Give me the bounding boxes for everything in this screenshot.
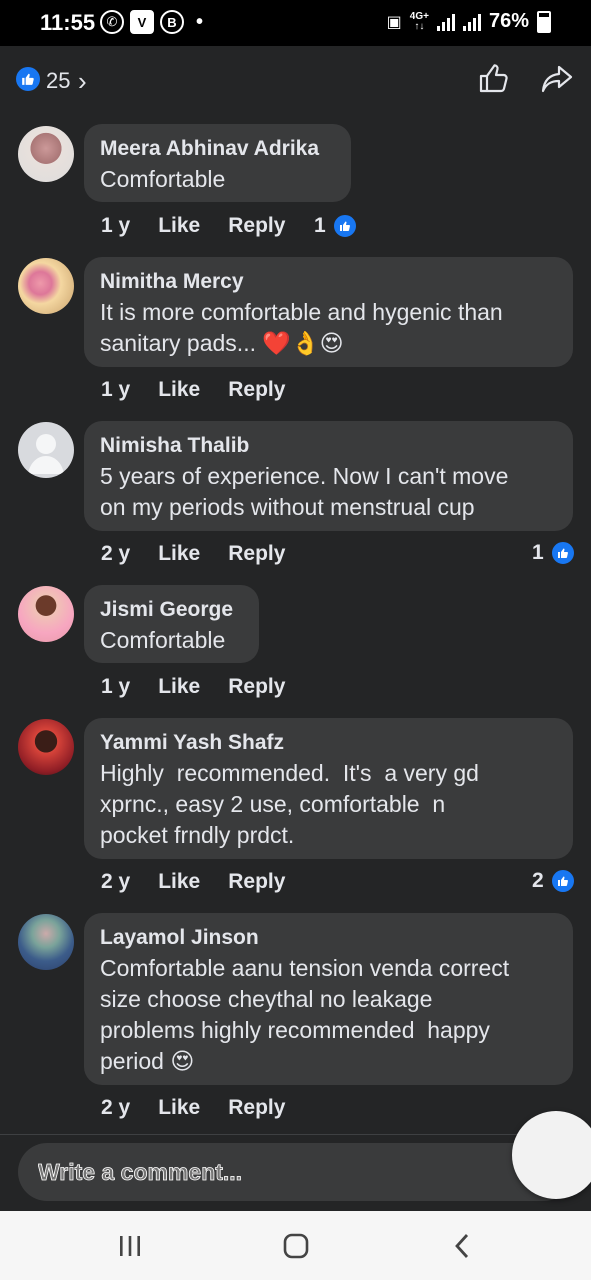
reply-button[interactable]: Reply <box>228 542 285 566</box>
comment-text: Highly recommended. It's a very gd xprnc… <box>100 760 479 848</box>
reaction-count: 1 <box>314 214 326 237</box>
comment-age: 2 y <box>101 542 131 565</box>
divider <box>0 1134 591 1135</box>
floating-action-button[interactable] <box>512 1111 591 1199</box>
battery-percent: 76% <box>488 10 529 32</box>
avatar[interactable] <box>18 422 74 478</box>
like-button[interactable]: Like <box>158 214 200 238</box>
whatsapp-icon: ✆ <box>100 10 124 34</box>
like-button[interactable]: Like <box>158 675 200 699</box>
comment-actions: 2 y Like Reply <box>101 1096 285 1120</box>
network-type: 4G+ ↑↓ <box>409 10 429 32</box>
signal-icon-2 <box>462 13 481 31</box>
comment-composer[interactable] <box>18 1143 573 1201</box>
status-time: 11:55 <box>40 10 96 35</box>
status-right: ▣ 4G+ ↑↓ 76% <box>387 10 551 33</box>
like-button[interactable]: Like <box>158 870 200 894</box>
thumbs-up-outline-icon[interactable] <box>478 64 510 99</box>
signal-icon <box>436 13 455 31</box>
comment-text: Comfortable <box>100 166 226 192</box>
commenter-name[interactable]: Layamol Jinson <box>100 923 557 953</box>
reaction-count-badge[interactable]: 1 <box>532 540 576 566</box>
default-profile-icon <box>28 434 64 474</box>
reaction-count-badge[interactable]: 1 <box>314 213 358 239</box>
avatar[interactable] <box>18 914 74 970</box>
comment-text: Comfortable <box>100 627 226 653</box>
comment-text: 5 years of experience. Now I can't move … <box>100 463 509 520</box>
commenter-name[interactable]: Yammi Yash Shafz <box>100 728 557 758</box>
reply-button[interactable]: Reply <box>228 1096 285 1120</box>
reply-button[interactable]: Reply <box>228 675 285 699</box>
like-reaction-icon <box>549 868 576 894</box>
commenter-name[interactable]: Meera Abhinav Adrika <box>100 134 335 164</box>
system-nav-bar <box>0 1211 591 1280</box>
comment-actions: 1 y Like Reply <box>101 675 285 699</box>
recycle-icon: ▣ <box>386 13 402 31</box>
comment-text: It is more comfortable and hygenic than … <box>100 299 503 356</box>
like-reaction-icon[interactable] <box>16 67 40 91</box>
reply-button[interactable]: Reply <box>228 378 285 402</box>
comment-bubble[interactable]: Meera Abhinav Adrika Comfortable <box>84 124 351 202</box>
avatar[interactable] <box>18 126 74 182</box>
commenter-name[interactable]: Nimitha Mercy <box>100 267 557 297</box>
reaction-count: 1 <box>532 541 544 564</box>
comment-text: Comfortable aanu tension venda correct s… <box>100 955 510 1074</box>
avatar[interactable] <box>18 258 74 314</box>
comment-bubble[interactable]: Jismi George Comfortable <box>84 585 259 663</box>
commenter-name[interactable]: Nimisha Thalib <box>100 431 557 461</box>
comment-bubble[interactable]: Nimitha Mercy It is more comfortable and… <box>84 257 573 367</box>
comment-age: 1 y <box>101 378 131 401</box>
commenter-name[interactable]: Jismi George <box>100 595 243 625</box>
reply-button[interactable]: Reply <box>228 870 285 894</box>
comment-actions: 1 y Like Reply <box>101 214 285 238</box>
notification-dot-icon: • <box>196 10 204 33</box>
comment-bubble[interactable]: Yammi Yash Shafz Highly recommended. It'… <box>84 718 573 859</box>
comment-age: 2 y <box>101 1096 131 1119</box>
comment-actions: 2 y Like Reply <box>101 870 285 894</box>
comment-age: 1 y <box>101 214 131 237</box>
share-arrow-icon[interactable] <box>541 64 573 99</box>
like-reaction-icon <box>549 540 576 566</box>
back-icon[interactable] <box>442 1229 482 1263</box>
home-icon[interactable] <box>276 1229 316 1263</box>
b-app-icon: B <box>160 10 184 34</box>
comment-actions: 2 y Like Reply <box>101 542 285 566</box>
chevron-right-icon[interactable]: › <box>78 66 87 97</box>
comment-input[interactable] <box>36 1158 460 1187</box>
comment-bubble[interactable]: Layamol Jinson Comfortable aanu tension … <box>84 913 573 1085</box>
reaction-count-badge[interactable]: 2 <box>532 868 576 894</box>
battery-icon <box>537 10 551 33</box>
avatar[interactable] <box>18 586 74 642</box>
comment-age: 2 y <box>101 870 131 893</box>
reply-button[interactable]: Reply <box>228 214 285 238</box>
like-button[interactable]: Like <box>158 1096 200 1120</box>
like-button[interactable]: Like <box>158 378 200 402</box>
status-app-icons: ✆ V B • <box>100 10 203 34</box>
avatar[interactable] <box>18 719 74 775</box>
reactions-header: 25 › <box>0 46 591 112</box>
reaction-count[interactable]: 25 <box>46 68 70 94</box>
like-button[interactable]: Like <box>158 542 200 566</box>
v-app-icon: V <box>130 10 154 34</box>
comment-actions: 1 y Like Reply <box>101 378 285 402</box>
comment-age: 1 y <box>101 675 131 698</box>
like-reaction-icon <box>331 213 358 239</box>
comment-bubble[interactable]: Nimisha Thalib 5 years of experience. No… <box>84 421 573 531</box>
reaction-count: 2 <box>532 869 544 892</box>
status-bar: 11:55 ✆ V B • ▣ 4G+ ↑↓ 76% <box>0 0 591 46</box>
recent-apps-icon[interactable] <box>110 1229 150 1263</box>
